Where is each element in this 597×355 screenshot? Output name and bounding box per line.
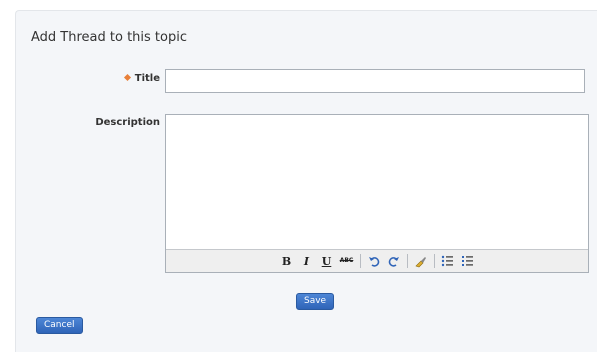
title-label-text: Title: [134, 73, 160, 84]
undo-icon[interactable]: [366, 253, 382, 269]
save-button[interactable]: Save: [296, 293, 335, 310]
redo-icon[interactable]: [386, 253, 402, 269]
toolbar-separator: [433, 254, 435, 268]
required-marker-icon: [123, 73, 131, 82]
editor-toolbar: B I U ABC: [166, 249, 588, 272]
description-label: Description: [95, 117, 160, 128]
underline-icon[interactable]: U: [319, 253, 335, 269]
toolbar-separator: [406, 254, 408, 268]
clear-format-icon[interactable]: [413, 253, 429, 269]
page-title: Add Thread to this topic: [31, 30, 187, 45]
title-input[interactable]: [165, 69, 585, 93]
description-editor: B I U ABC: [165, 114, 589, 273]
description-textarea[interactable]: [166, 115, 588, 251]
title-label: Title: [123, 73, 160, 84]
toolbar-separator: [359, 254, 361, 268]
add-thread-panel: Add Thread to this topic Title Descripti…: [15, 10, 597, 352]
cancel-button[interactable]: Cancel: [36, 317, 83, 334]
bold-icon[interactable]: B: [279, 253, 295, 269]
numbered-list-icon[interactable]: [460, 253, 476, 269]
bullet-list-icon[interactable]: [440, 253, 456, 269]
strikethrough-icon[interactable]: ABC: [339, 253, 355, 269]
italic-icon[interactable]: I: [299, 253, 315, 269]
